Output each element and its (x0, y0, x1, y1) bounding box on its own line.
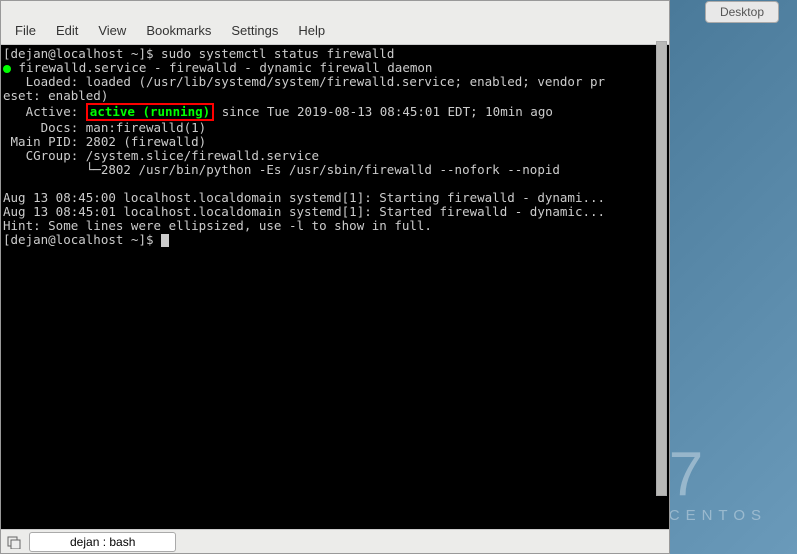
command: sudo systemctl status firewalld (161, 46, 394, 61)
prompt: [dejan@localhost ~]$ (3, 46, 161, 61)
menu-help[interactable]: Help (290, 21, 333, 40)
menu-bookmarks[interactable]: Bookmarks (138, 21, 219, 40)
terminal-area[interactable]: [dejan@localhost ~]$ sudo systemctl stat… (1, 45, 669, 529)
cursor (161, 234, 169, 247)
menu-bar: File Edit View Bookmarks Settings Help (1, 17, 669, 45)
output-line: since Tue 2019-08-13 08:45:01 EDT; 10min… (214, 104, 553, 119)
brand-version: 7 (669, 447, 767, 503)
desktop-brand-logo: 7 CENTOS (669, 447, 767, 524)
output-line: Main PID: 2802 (firewalld) (3, 134, 206, 149)
highlight-box: active (running) (86, 103, 214, 121)
menu-edit[interactable]: Edit (48, 21, 86, 40)
brand-name: CENTOS (669, 507, 767, 524)
active-status: active (running) (90, 104, 210, 119)
prompt: [dejan@localhost ~]$ (3, 232, 161, 247)
tab-terminal[interactable]: dejan : bash (29, 532, 176, 552)
status-bar: dejan : bash (1, 529, 669, 553)
window-titlebar (1, 1, 669, 17)
new-tab-icon[interactable] (7, 535, 21, 549)
terminal-window: File Edit View Bookmarks Settings Help [… (0, 0, 670, 554)
output-line: Docs: man:firewalld(1) (3, 120, 206, 135)
status-dot-icon (3, 65, 11, 73)
output-line: └─2802 /usr/bin/python -Es /usr/sbin/fir… (3, 162, 560, 177)
scrollbar[interactable] (656, 41, 667, 496)
menu-view[interactable]: View (90, 21, 134, 40)
output-line: eset: enabled) (3, 88, 108, 103)
output-line: Aug 13 08:45:01 localhost.localdomain sy… (3, 204, 605, 219)
desktop-button[interactable]: Desktop (705, 1, 779, 23)
output-line: firewalld.service - firewalld - dynamic … (11, 60, 432, 75)
menu-file[interactable]: File (7, 21, 44, 40)
output-line: Aug 13 08:45:00 localhost.localdomain sy… (3, 190, 605, 205)
output-line: CGroup: /system.slice/firewalld.service (3, 148, 319, 163)
output-line: Loaded: loaded (/usr/lib/systemd/system/… (3, 74, 605, 89)
output-line: Active: (3, 104, 86, 119)
output-line: Hint: Some lines were ellipsized, use -l… (3, 218, 432, 233)
scroll-thumb[interactable] (656, 41, 667, 496)
menu-settings[interactable]: Settings (223, 21, 286, 40)
